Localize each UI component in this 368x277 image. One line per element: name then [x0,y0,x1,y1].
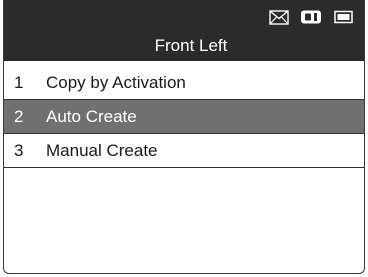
status-icons [269,9,354,25]
menu-item-label: Auto Create [46,106,137,126]
device-screen: Front Left 1 Copy by Activation 2 Auto C… [3,0,365,274]
menu-item-label: Copy by Activation [46,72,186,92]
menu-item-copy-by-activation[interactable]: 1 Copy by Activation [4,66,364,100]
menu-item-number: 3 [14,140,24,160]
menu-item-number: 1 [14,72,24,92]
menu-item-auto-create[interactable]: 2 Auto Create [4,100,364,134]
menu-item-manual-create[interactable]: 3 Manual Create [4,134,364,168]
menu-item-number: 2 [14,106,24,126]
menu-list: 1 Copy by Activation 2 Auto Create 3 Man… [4,66,364,168]
mail-icon [269,9,289,25]
header-bar: Front Left [4,0,364,61]
page-title: Front Left [154,36,228,55]
vehicle-icon [301,10,321,24]
battery-icon [334,10,353,24]
menu-item-label: Manual Create [46,140,158,160]
